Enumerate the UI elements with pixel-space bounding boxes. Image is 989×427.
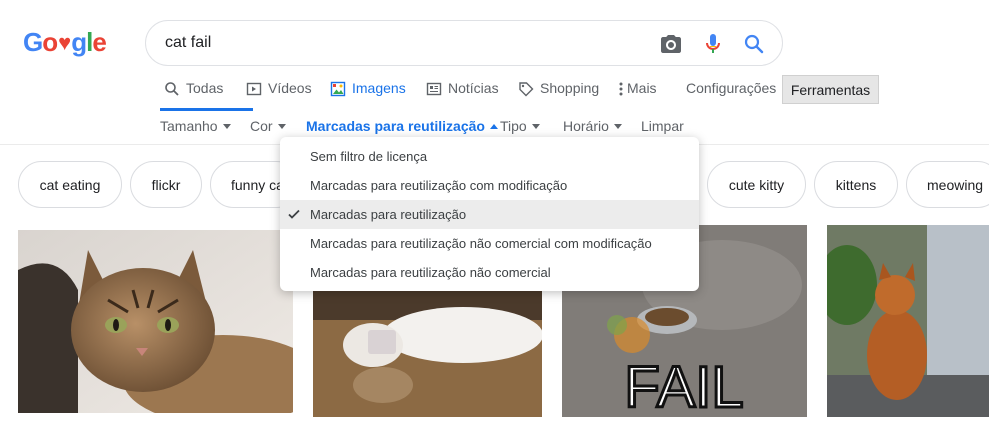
tab-imagens[interactable]: Imagens [330, 80, 406, 110]
filter-color[interactable]: Cor [250, 118, 286, 134]
chip-label: cute kitty [728, 176, 785, 193]
tab-todas[interactable]: Todas [164, 80, 223, 110]
play-icon [246, 81, 262, 97]
filter-size[interactable]: Tamanho [160, 118, 231, 134]
tools-button[interactable]: Ferramentas [782, 75, 879, 104]
tab-shopping[interactable]: Shopping [518, 80, 599, 110]
chip-label: kittens [835, 176, 877, 193]
tabby-cat-image[interactable] [18, 230, 293, 413]
menu-item-reuse-with-modification[interactable]: Marcadas para reutilização com modificaç… [280, 171, 699, 200]
menu-item-label: Marcadas para reutilização não comercial [310, 265, 551, 280]
chevron-down-icon [613, 124, 622, 129]
settings-link[interactable]: Configurações [686, 80, 776, 110]
menu-item-no-license-filter[interactable]: Sem filtro de licença [280, 142, 699, 171]
clear-filters-link[interactable]: Limpar [641, 118, 684, 134]
heart-icon: ♥ [58, 30, 71, 55]
filter-usage-rights[interactable]: Marcadas para reutilização [306, 118, 498, 134]
chevron-down-icon [531, 124, 540, 129]
chip-label: flickr [151, 176, 181, 193]
chip-label: cat eating [39, 176, 101, 193]
filter-type[interactable]: Tipo [500, 118, 540, 134]
camera-icon[interactable] [659, 32, 683, 56]
chevron-down-icon [222, 124, 231, 129]
tab-label: Shopping [540, 80, 600, 96]
more-vert-icon [618, 81, 624, 97]
tab-noticias[interactable]: Notícias [426, 80, 499, 110]
chip-meowing[interactable]: meowing [906, 161, 989, 208]
menu-item-label: Marcadas para reutilização com modificaç… [310, 178, 568, 193]
filter-time[interactable]: Horário [563, 118, 622, 134]
chip-label: funny ca [231, 176, 284, 193]
chip-flickr[interactable]: flickr [130, 161, 202, 208]
menu-item-label: Marcadas para reutilização não comercial… [310, 236, 652, 251]
tab-label: Vídeos [268, 80, 312, 96]
usage-rights-menu: Sem filtro de licença Marcadas para reut… [280, 137, 699, 291]
chip-cat-eating[interactable]: cat eating [18, 161, 122, 208]
tab-label: Mais [627, 80, 657, 96]
tab-label: Notícias [448, 80, 499, 96]
active-tab-indicator [160, 108, 253, 111]
filter-label: Cor [250, 118, 273, 134]
menu-item-label: Sem filtro de licença [310, 149, 428, 164]
tag-icon [518, 81, 534, 97]
menu-item-reuse[interactable]: Marcadas para reutilização [280, 200, 699, 229]
search-icon [164, 81, 180, 97]
menu-item-noncommercial[interactable]: Marcadas para reutilização não comercial [280, 258, 699, 287]
tab-label: Todas [186, 80, 224, 96]
filter-label: Horário [563, 118, 609, 134]
chevron-down-icon [277, 124, 286, 129]
white-cat-image[interactable] [313, 290, 542, 417]
menu-item-label: Marcadas para reutilização [310, 207, 467, 222]
logo-letter: g [71, 27, 87, 57]
chip-label: meowing [927, 176, 984, 193]
filter-label: Tamanho [160, 118, 218, 134]
news-icon [426, 81, 442, 97]
filter-label: Marcadas para reutilização [306, 118, 485, 134]
image-icon [330, 81, 346, 97]
tab-mais[interactable]: Mais [618, 80, 657, 110]
menu-item-noncommercial-with-modification[interactable]: Marcadas para reutilização não comercial… [280, 229, 699, 258]
logo-letter: o [42, 27, 58, 57]
tab-label: Configurações [686, 80, 777, 96]
orange-cat-image[interactable] [827, 225, 989, 417]
filter-label: Tipo [500, 118, 527, 134]
logo-letter: e [92, 27, 107, 57]
logo-letter: G [23, 27, 43, 57]
tools-label: Ferramentas [790, 81, 871, 98]
tab-videos[interactable]: Vídeos [246, 80, 312, 110]
chevron-up-icon [489, 124, 498, 129]
mic-icon[interactable] [701, 32, 725, 56]
check-icon [287, 207, 301, 221]
google-logo[interactable]: Go♥gle [23, 27, 107, 58]
chip-kittens[interactable]: kittens [814, 161, 898, 208]
tab-label: Imagens [352, 80, 406, 96]
search-icon[interactable] [742, 32, 766, 56]
filter-label: Limpar [641, 118, 684, 134]
fail-caption: FAIL [624, 355, 743, 417]
search-box[interactable]: cat fail [145, 20, 783, 66]
search-input[interactable]: cat fail [165, 34, 211, 52]
chip-cute-kitty[interactable]: cute kitty [707, 161, 806, 208]
